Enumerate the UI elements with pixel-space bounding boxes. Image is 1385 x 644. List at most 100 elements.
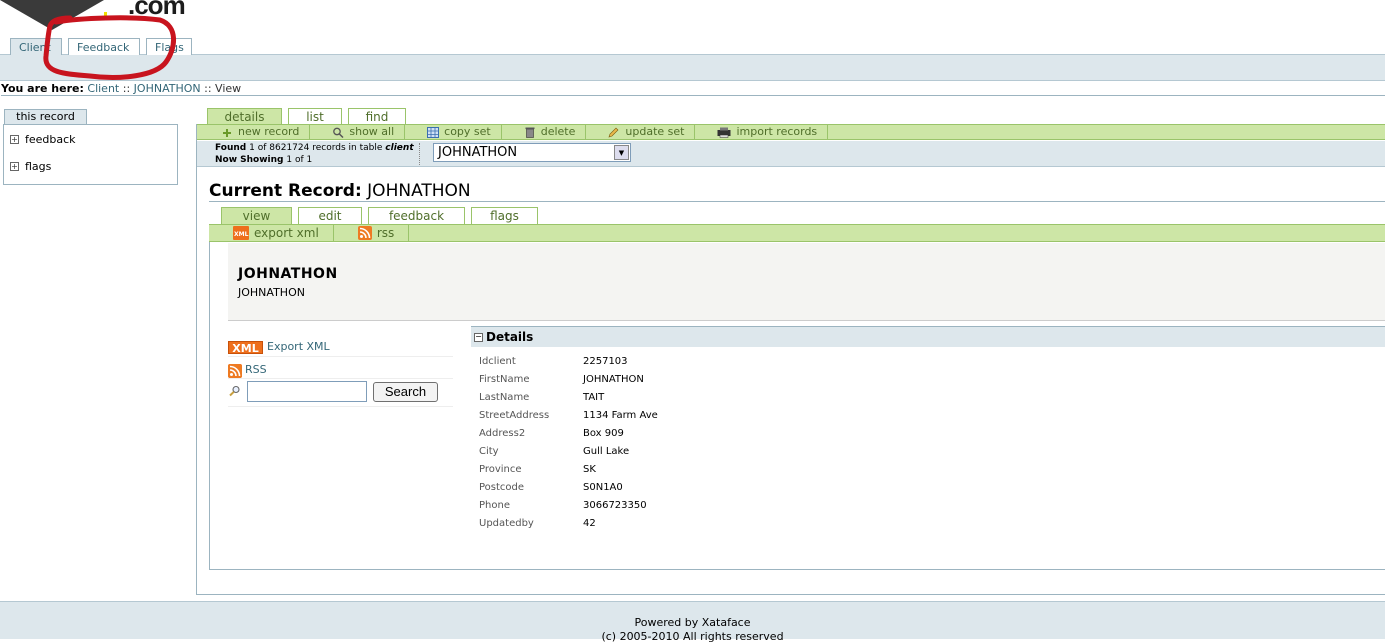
tab-flags[interactable]: Flags xyxy=(146,38,192,55)
export-xml-link[interactable]: Export XML xyxy=(267,340,330,353)
divider xyxy=(228,356,453,357)
breadcrumb-prefix: You are here: xyxy=(1,82,84,95)
records-text: records in table xyxy=(312,143,383,153)
tab-edit[interactable]: edit xyxy=(298,207,362,224)
expand-icon[interactable]: + xyxy=(10,135,19,144)
field-label: StreetAddress xyxy=(479,410,550,421)
action-label: delete xyxy=(540,125,576,138)
logo-text: .com xyxy=(128,0,186,20)
tab-view[interactable]: view xyxy=(221,207,292,224)
copy-set-button[interactable]: copy set xyxy=(405,125,502,139)
delete-button[interactable]: delete xyxy=(502,125,587,139)
showing-label: Now Showing xyxy=(215,155,284,165)
new-record-button[interactable]: new record xyxy=(197,125,311,139)
xml-badge-icon[interactable]: XML xyxy=(228,341,263,355)
collapse-icon[interactable]: − xyxy=(474,332,483,342)
details-section-header[interactable]: − Details xyxy=(471,326,1385,347)
chevron-down-icon[interactable]: ▼ xyxy=(614,145,629,160)
search-button[interactable]: Search xyxy=(373,382,438,402)
divider xyxy=(228,378,453,379)
svg-text:XML: XML xyxy=(234,231,249,238)
table-tabs: details list find xyxy=(207,108,406,125)
tab-list[interactable]: list xyxy=(288,108,342,125)
record-select[interactable]: JOHNATHON ▼ xyxy=(433,143,631,162)
field-label: Postcode xyxy=(479,482,525,493)
found-label: Found xyxy=(215,143,247,153)
table-action-bar: new record show all copy set delete upda… xyxy=(197,124,1385,140)
rss-icon[interactable] xyxy=(228,364,242,378)
current-record-value: JOHNATHON xyxy=(367,181,471,201)
tab-find[interactable]: find xyxy=(348,108,406,125)
delete-icon xyxy=(525,127,535,138)
found-count-text: Found 1 of 8621724 records in table clie… xyxy=(215,142,414,166)
of-text: of xyxy=(294,155,304,165)
search-input[interactable] xyxy=(247,381,367,402)
breadcrumb-item-record[interactable]: JOHNATHON xyxy=(134,82,201,95)
field-value: SK xyxy=(583,464,596,475)
field-label: FirstName xyxy=(479,374,530,385)
showing-from: 1 xyxy=(286,155,293,165)
rss-button[interactable]: rss xyxy=(334,225,410,241)
tab-client[interactable]: Client xyxy=(10,38,62,55)
show-all-button[interactable]: show all xyxy=(310,125,406,139)
field-value: JOHNATHON xyxy=(583,374,644,385)
magnifier-icon xyxy=(333,127,344,138)
action-label: copy set xyxy=(444,125,491,138)
table-grid-icon xyxy=(427,126,440,138)
import-records-button[interactable]: import records xyxy=(695,125,829,139)
sidebar-item-label: flags xyxy=(25,160,52,173)
rss-link[interactable]: RSS xyxy=(245,363,267,376)
record-tabs: view edit feedback flags xyxy=(221,207,538,224)
field-label: Phone xyxy=(479,500,510,511)
field-label: City xyxy=(479,446,499,457)
record-heading-subtitle: JOHNATHON xyxy=(238,286,305,299)
field-label: Updatedby xyxy=(479,518,534,529)
tab-feedback[interactable]: Feedback xyxy=(68,38,140,55)
details-title: Details xyxy=(486,330,534,344)
breadcrumb-item-client[interactable]: Client xyxy=(87,82,119,95)
details-section: Idclient 2257103 FirstName JOHNATHON LastN… xyxy=(471,347,1385,569)
footer-copyright: (c) 2005-2010 All rights reserved xyxy=(601,630,784,643)
action-label: show all xyxy=(349,125,395,138)
breadcrumb: You are here: Client :: JOHNATHON :: Vie… xyxy=(1,82,1385,96)
record-action-bar: XML export xml rss xyxy=(209,224,1385,242)
update-set-button[interactable]: update set xyxy=(586,125,696,139)
action-label: rss xyxy=(376,226,395,240)
tab-details[interactable]: details xyxy=(207,108,282,125)
field-label: Idclient xyxy=(479,356,516,367)
expand-icon[interactable]: + xyxy=(10,162,19,171)
sidebar-item-flags[interactable]: + flags xyxy=(10,160,51,173)
sidebar-tab-this-record[interactable]: this record xyxy=(4,109,87,124)
current-record-title: Current Record: JOHNATHON xyxy=(209,180,1385,202)
result-info-bar: Found 1 of 8621724 records in table clie… xyxy=(197,141,1385,167)
pencil-icon xyxy=(608,127,619,137)
tab-record-flags[interactable]: flags xyxy=(471,207,538,224)
field-label: LastName xyxy=(479,392,530,403)
logo-accent xyxy=(104,12,107,20)
field-value: Gull Lake xyxy=(583,446,630,457)
top-nav-band xyxy=(0,54,1385,81)
export-xml-button[interactable]: XML export xml xyxy=(209,225,334,241)
new-record-icon xyxy=(223,128,231,137)
breadcrumb-sep: :: xyxy=(122,82,131,95)
table-name: client xyxy=(385,143,414,153)
sidebar-panel: + feedback + flags xyxy=(3,124,178,185)
field-value: S0N1A0 xyxy=(583,482,623,493)
breadcrumb-item-view: View xyxy=(215,82,242,95)
tab-record-feedback[interactable]: feedback xyxy=(368,207,465,224)
rss-icon xyxy=(357,226,372,240)
found-num: 1 xyxy=(249,143,255,153)
action-label: import records xyxy=(736,125,818,138)
import-icon xyxy=(717,127,731,138)
record-select-value: JOHNATHON xyxy=(438,145,518,160)
total-records: 8621724 xyxy=(269,143,310,153)
record-heading-band xyxy=(228,243,1385,321)
sidebar-item-feedback[interactable]: + feedback xyxy=(10,133,76,146)
showing-to: 1 xyxy=(306,155,313,165)
breadcrumb-sep: :: xyxy=(204,82,212,95)
logo-shape xyxy=(0,0,104,30)
divider xyxy=(419,143,420,165)
xml-icon: XML xyxy=(233,226,249,240)
current-record-label: Current Record: xyxy=(209,181,362,201)
action-label: export xml xyxy=(254,226,319,240)
